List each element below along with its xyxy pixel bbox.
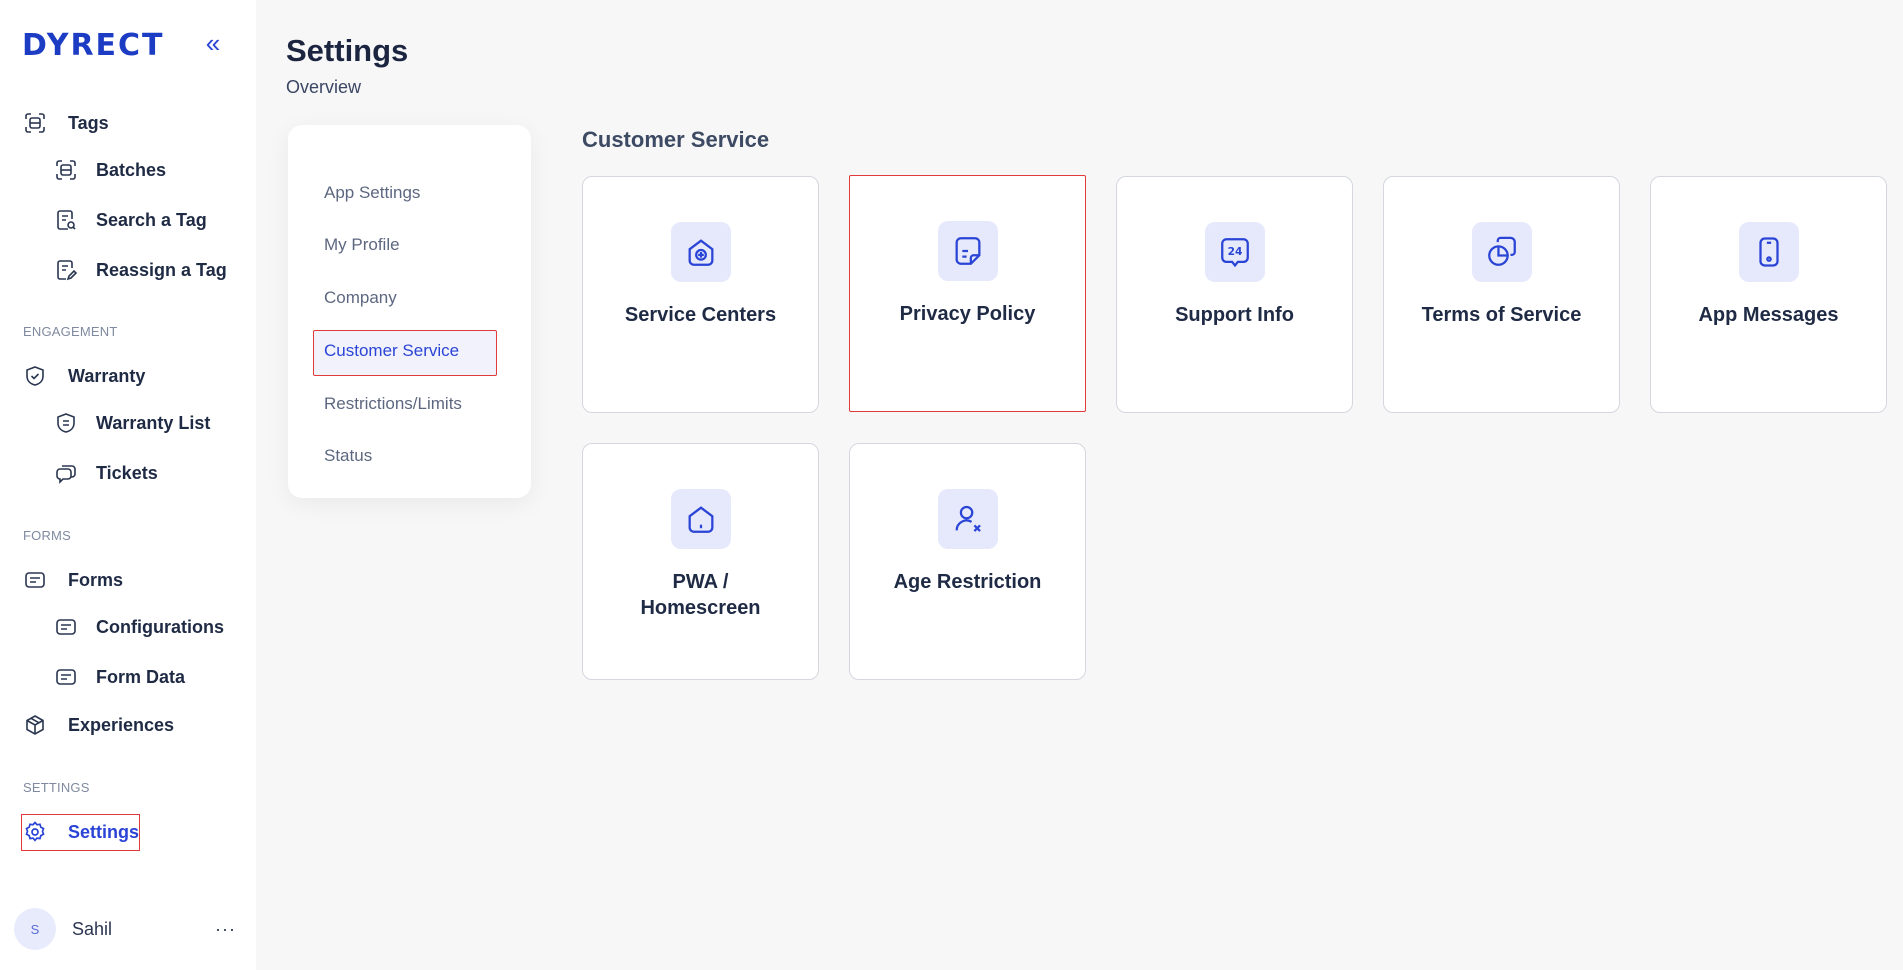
documents-icon [1472, 222, 1532, 282]
sidebar-item-search-a-tag[interactable]: Search a Tag [53, 202, 207, 238]
shield-check-icon [22, 363, 48, 389]
form-icon [22, 567, 48, 593]
page-subtitle: Overview [286, 77, 362, 97]
sidebar-item-tickets[interactable]: Tickets [53, 455, 158, 491]
form-icon [53, 614, 79, 640]
sidebar-item-label: Tags [68, 112, 109, 133]
sidebar-item-label: Form Data [96, 666, 186, 687]
section-label-settings: SETTINGS [23, 780, 90, 795]
batch-scan-icon [53, 157, 79, 183]
sidebar-item-form-data[interactable]: Form Data [53, 659, 185, 695]
sidebar-item-tags[interactable]: Tags [22, 105, 109, 141]
document-edit-icon [53, 257, 79, 283]
card-service-centers[interactable]: Service Centers [582, 176, 819, 413]
avatar: S [14, 908, 56, 950]
document-search-icon [53, 207, 79, 233]
sidebar-item-label: Settings [68, 821, 140, 842]
cube-icon [22, 712, 48, 738]
menu-item-my-profile[interactable]: My Profile [324, 235, 400, 255]
more-options-icon[interactable]: ··· [215, 919, 236, 940]
card-terms-of-service[interactable]: Terms of Service [1383, 176, 1620, 413]
card-label: App Messages [1698, 304, 1839, 326]
shield-list-icon [53, 410, 79, 436]
sidebar-item-experiences[interactable]: Experiences [22, 707, 174, 743]
settings-menu: App Settings My Profile Company Customer… [288, 125, 531, 498]
sidebar-item-label: Forms [68, 569, 124, 590]
card-support-info[interactable]: 24 Support Info [1116, 176, 1353, 413]
card-app-messages[interactable]: App Messages [1650, 176, 1887, 413]
tag-scan-icon [22, 110, 48, 136]
sidebar-item-label: Reassign a Tag [96, 259, 227, 280]
card-privacy-policy[interactable]: Privacy Policy [849, 175, 1086, 412]
user-remove-icon [938, 489, 998, 549]
section-label-forms: FORMS [23, 528, 71, 543]
sidebar-item-settings[interactable]: Settings [22, 814, 139, 850]
menu-item-app-settings[interactable]: App Settings [324, 183, 420, 203]
sidebar-item-configurations[interactable]: Configurations [53, 609, 224, 645]
card-label: Age Restriction [893, 571, 1042, 593]
sidebar: DYRECT « Tags Batches Search a Tag Reass… [0, 0, 256, 970]
sidebar-item-label: Batches [96, 159, 167, 180]
sidebar-item-label: Warranty List [96, 412, 211, 433]
sidebar-item-batches[interactable]: Batches [53, 152, 166, 188]
24-hour-support-icon: 24 [1205, 222, 1265, 282]
home-icon [671, 489, 731, 549]
document-icon [938, 221, 998, 281]
user-name: Sahil [72, 918, 113, 939]
collapse-sidebar-icon[interactable]: « [200, 30, 226, 56]
menu-item-company[interactable]: Company [324, 288, 397, 308]
menu-item-customer-service[interactable]: Customer Service [324, 341, 459, 361]
sidebar-item-label: Configurations [96, 616, 224, 637]
home-plus-icon [671, 222, 731, 282]
sidebar-item-label: Search a Tag [96, 209, 207, 230]
user-profile[interactable]: S Sahil ··· [14, 907, 242, 951]
sidebar-item-warranty[interactable]: Warranty [22, 358, 145, 394]
page-title: Settings [286, 33, 409, 68]
card-pwa-homescreen[interactable]: PWA / Homescreen [582, 443, 819, 680]
gear-icon [22, 819, 48, 845]
card-label: PWA / Homescreen [640, 571, 761, 619]
card-label: Terms of Service [1421, 304, 1582, 326]
logo: DYRECT [22, 28, 165, 63]
section-label-engagement: ENGAGEMENT [23, 324, 118, 339]
card-label: Privacy Policy [899, 303, 1036, 325]
menu-item-status[interactable]: Status [324, 446, 372, 466]
card-age-restriction[interactable]: Age Restriction [849, 443, 1086, 680]
card-label: Service Centers [624, 304, 777, 326]
sidebar-item-reassign-a-tag[interactable]: Reassign a Tag [53, 252, 227, 288]
form-icon [53, 664, 79, 690]
sidebar-item-label: Warranty [68, 365, 146, 386]
sidebar-item-label: Tickets [96, 462, 158, 483]
sidebar-item-forms[interactable]: Forms [22, 562, 123, 598]
menu-item-restrictions-limits[interactable]: Restrictions/Limits [324, 394, 462, 414]
card-label: Support Info [1175, 304, 1294, 326]
chat-bubbles-icon [53, 460, 79, 486]
mobile-icon [1739, 222, 1799, 282]
sidebar-item-warranty-list[interactable]: Warranty List [53, 405, 210, 441]
section-title: Customer Service [582, 127, 770, 152]
svg-text:24: 24 [1228, 245, 1243, 258]
sidebar-item-label: Experiences [68, 714, 175, 735]
